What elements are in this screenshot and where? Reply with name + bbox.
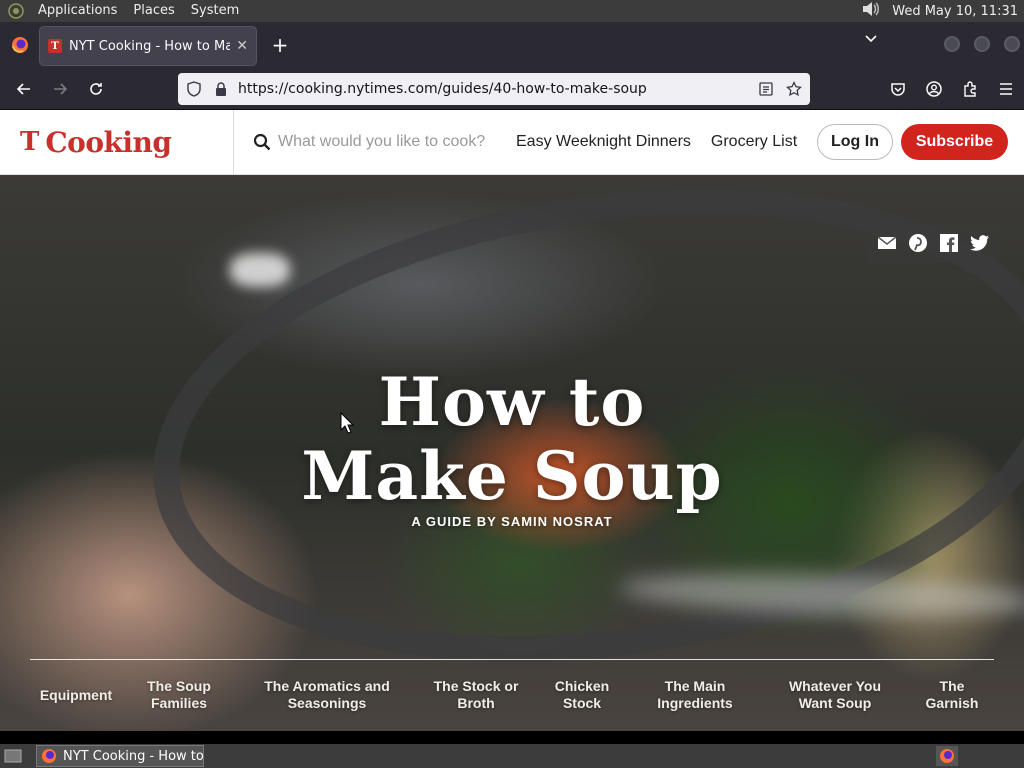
search-icon[interactable] <box>252 132 272 152</box>
extensions-icon[interactable] <box>952 71 988 107</box>
gnome-foot-icon[interactable] <box>6 3 26 19</box>
site-header: T Cooking Easy Weeknight Dinners Grocery… <box>0 109 1024 175</box>
chapter-link-chicken-stock[interactable]: Chicken Stock <box>548 678 616 712</box>
chapter-link-stock-or-broth[interactable]: The Stock or Broth <box>428 678 524 712</box>
tray-firefox-icon[interactable] <box>936 746 958 766</box>
share-bar <box>867 223 999 263</box>
close-tab-icon[interactable]: ✕ <box>236 38 248 54</box>
log-in-button[interactable]: Log In <box>817 124 893 160</box>
firefox-icon[interactable] <box>0 22 40 68</box>
tab-title: NYT Cooking - How to Make Soup <box>69 38 231 54</box>
back-button[interactable] <box>6 71 42 107</box>
mouse-cursor-icon <box>340 412 354 434</box>
chapter-link-whatever-you-want-soup[interactable]: Whatever You Want Soup <box>782 678 888 712</box>
close-window-button[interactable] <box>1004 36 1020 52</box>
minimize-button[interactable] <box>944 36 960 52</box>
reload-button[interactable] <box>78 71 114 107</box>
clock[interactable]: Wed May 10, 11:31 <box>882 4 1018 19</box>
system-menu[interactable]: System <box>183 0 247 22</box>
search-input[interactable] <box>278 133 506 151</box>
tracking-protection-shield-icon[interactable] <box>186 81 202 97</box>
hero-byline: A GUIDE BY SAMIN NOSRAT <box>411 514 613 529</box>
navigation-bar: https://cooking.nytimes.com/guides/40-ho… <box>0 68 1024 110</box>
pot-glare-image <box>230 253 290 287</box>
chapter-link-equipment[interactable]: Equipment <box>36 687 116 704</box>
account-icon[interactable] <box>916 71 952 107</box>
nyt-cooking-logo[interactable]: T Cooking <box>0 109 234 175</box>
show-desktop-icon[interactable] <box>2 747 24 765</box>
lock-icon[interactable] <box>214 81 228 97</box>
grocery-list-link[interactable]: Grocery List <box>711 133 797 151</box>
window-controls <box>944 36 1020 52</box>
hero-section: How to Make Soup A GUIDE BY SAMIN NOSRAT… <box>0 175 1024 731</box>
facebook-icon[interactable] <box>938 232 960 254</box>
pocket-icon[interactable] <box>880 71 916 107</box>
cooking-wordmark: Cooking <box>45 125 172 159</box>
easy-weeknight-dinners-link[interactable]: Easy Weeknight Dinners <box>516 133 691 151</box>
reader-view-icon[interactable] <box>752 82 780 96</box>
new-tab-button[interactable]: + <box>262 27 298 63</box>
email-icon[interactable] <box>876 232 898 254</box>
tab-strip: T NYT Cooking - How to Make Soup ✕ + <box>0 22 1024 68</box>
volume-icon[interactable] <box>860 0 882 23</box>
hero-title-line-2: Make Soup <box>301 437 723 515</box>
taskbar-window-label: NYT Cooking - How to Make Soup <box>63 748 204 764</box>
list-all-tabs-icon[interactable] <box>864 32 878 48</box>
pinterest-icon[interactable] <box>907 232 929 254</box>
twitter-icon[interactable] <box>969 232 991 254</box>
maximize-button[interactable] <box>974 36 990 52</box>
nyt-t-logo-icon: T <box>20 127 40 157</box>
url-text[interactable]: https://cooking.nytimes.com/guides/40-ho… <box>238 81 752 97</box>
chapter-link-garnish[interactable]: The Garnish <box>918 678 986 712</box>
url-bar[interactable]: https://cooking.nytimes.com/guides/40-ho… <box>178 73 810 105</box>
subscribe-button[interactable]: Subscribe <box>901 124 1008 160</box>
firefox-taskbar-icon <box>42 749 56 763</box>
applications-menu[interactable]: Applications <box>30 0 125 22</box>
bookmark-star-icon[interactable] <box>780 81 808 97</box>
taskbar: NYT Cooking - How to Make Soup <box>0 744 1024 768</box>
chapter-divider <box>30 659 994 660</box>
top-panel: Applications Places System Wed May 10, 1… <box>0 0 1024 22</box>
chapter-link-aromatics-seasonings[interactable]: The Aromatics and Seasonings <box>256 678 398 712</box>
hero-title: How to Make Soup <box>0 365 1024 513</box>
search-box <box>252 132 506 152</box>
chapter-link-soup-families[interactable]: The Soup Families <box>140 678 218 712</box>
forward-button[interactable] <box>42 71 78 107</box>
taskbar-window-firefox[interactable]: NYT Cooking - How to Make Soup <box>36 745 204 767</box>
hero-title-line-1: How to <box>378 363 646 441</box>
places-menu[interactable]: Places <box>125 0 182 22</box>
chapter-link-main-ingredients[interactable]: The Main Ingredients <box>650 678 740 712</box>
nyt-favicon-icon: T <box>48 39 62 53</box>
tab-nyt-cooking[interactable]: T NYT Cooking - How to Make Soup ✕ <box>40 27 256 65</box>
hamburger-menu-icon[interactable] <box>988 71 1024 107</box>
